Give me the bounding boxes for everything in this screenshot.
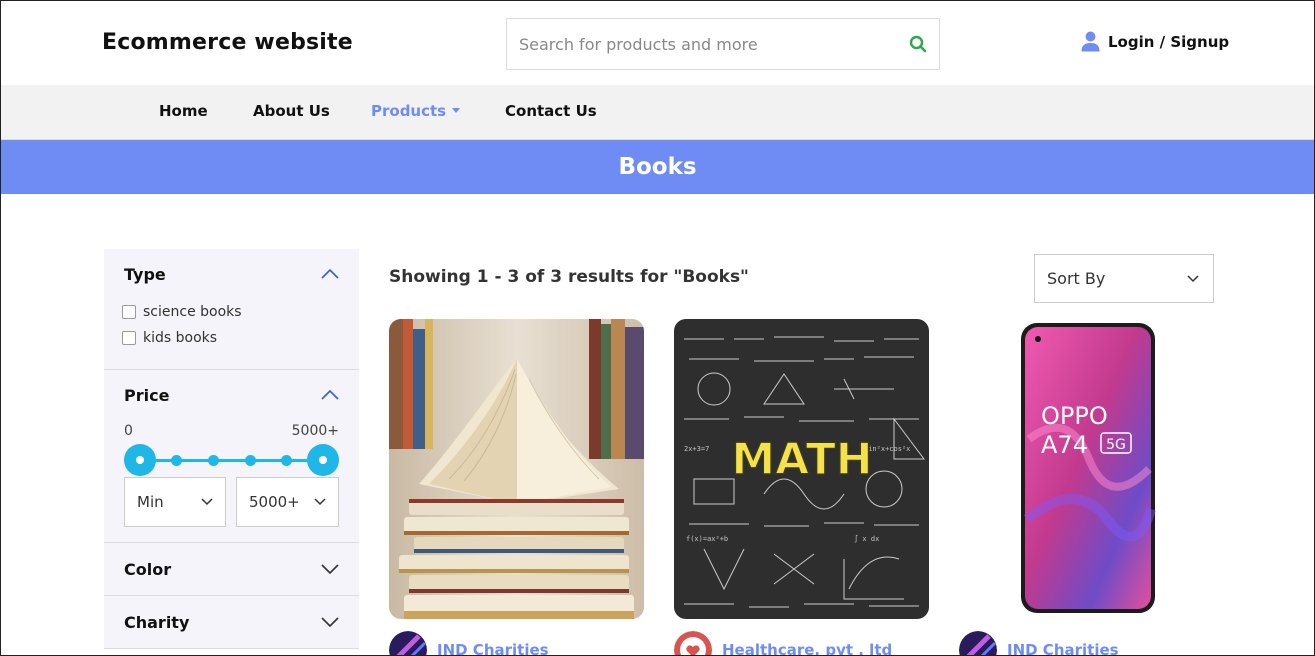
filter-price: Price 0 5000+ Min 5000+ [104, 370, 359, 543]
user-icon [1081, 31, 1100, 52]
product-seller[interactable]: IND Charities [959, 631, 1119, 656]
slider-tick [171, 455, 182, 466]
filter-charity: Charity [104, 596, 359, 649]
filter-option-kids-books[interactable]: kids books [104, 325, 359, 351]
checkbox[interactable] [122, 305, 136, 319]
chevron-down-icon [321, 564, 339, 574]
page: Ecommerce website Login / Signup Home Ab… [0, 0, 1315, 656]
product-seller[interactable]: Healthcare. pvt . ltd [674, 631, 893, 656]
login-label: Login / Signup [1108, 32, 1230, 51]
svg-text:OPPO: OPPO [1041, 402, 1108, 430]
seller-name: Healthcare. pvt . ltd [722, 641, 893, 656]
svg-text:A74: A74 [1041, 431, 1088, 459]
seller-avatar [674, 631, 712, 655]
filter-type: Type science books kids books [104, 249, 359, 370]
chevron-down-icon [321, 617, 339, 627]
sort-by-select[interactable]: Sort By [1034, 254, 1214, 303]
seller-avatar [959, 631, 997, 655]
price-slider-min-handle[interactable] [124, 444, 156, 476]
seller-name: IND Charities [437, 641, 549, 656]
main-nav: Home About Us Products Contact Us [1, 85, 1314, 140]
product-image-books[interactable] [389, 319, 644, 619]
nav-home[interactable]: Home [159, 102, 208, 120]
nav-contact-us[interactable]: Contact Us [505, 102, 597, 120]
price-max-label: 5000+ [291, 423, 339, 439]
site-logo[interactable]: Ecommerce website [102, 30, 353, 55]
price-min-select-value: Min [137, 493, 164, 511]
filter-color-header[interactable]: Color [104, 543, 359, 595]
filter-option-science-books[interactable]: science books [104, 299, 359, 325]
chevron-up-icon [321, 390, 339, 400]
filter-type-header[interactable]: Type [104, 249, 359, 299]
chevron-down-icon [314, 498, 326, 506]
filter-sidebar: Type science books kids books Price 0 50… [104, 249, 359, 649]
nav-products-label: Products [371, 102, 447, 120]
slider-tick [208, 455, 219, 466]
seller-avatar [389, 631, 427, 655]
search-input[interactable] [507, 19, 897, 69]
price-min-select[interactable]: Min [124, 477, 226, 527]
filter-type-title: Type [124, 264, 166, 284]
oppo-phone-image: OPPO A74 5G [959, 319, 1214, 619]
seller-name: IND Charities [1007, 641, 1119, 656]
checkbox[interactable] [122, 331, 136, 345]
search-bar [506, 18, 940, 70]
nav-products[interactable]: Products [371, 102, 461, 120]
chevron-up-icon [321, 269, 339, 279]
price-max-select-value: 5000+ [249, 493, 300, 511]
filter-color: Color [104, 543, 359, 596]
svg-text:2x+3=7: 2x+3=7 [684, 445, 709, 453]
price-slider-max-handle[interactable] [307, 444, 339, 476]
filter-color-title: Color [124, 559, 172, 579]
product-seller[interactable]: IND Charities [389, 631, 549, 656]
filter-price-title: Price [124, 385, 170, 405]
sort-by-label: Sort By [1047, 269, 1106, 288]
math-chalkboard-image: 2x+3=7 sin²x+cos²x f(x)=ax²+b ∫ x dx MAT… [674, 319, 929, 619]
results-summary: Showing 1 - 3 of 3 results for "Books" [389, 267, 749, 287]
svg-text:∫ x dx: ∫ x dx [854, 534, 879, 543]
slider-tick [245, 455, 256, 466]
filter-option-label: science books [143, 304, 242, 320]
filter-option-label: kids books [143, 330, 218, 346]
price-slider-track[interactable] [140, 459, 324, 462]
svg-text:5G: 5G [1106, 437, 1126, 453]
category-banner: Books [1, 140, 1314, 194]
chevron-down-icon [201, 498, 213, 506]
svg-text:MATH: MATH [731, 434, 872, 485]
category-title: Books [618, 154, 697, 180]
price-range-labels: 0 5000+ [124, 423, 339, 439]
product-image-math[interactable]: 2x+3=7 sin²x+cos²x f(x)=ax²+b ∫ x dx MAT… [674, 319, 929, 619]
login-signup-link[interactable]: Login / Signup [1081, 31, 1229, 52]
price-min-label: 0 [124, 423, 133, 439]
caret-down-icon [452, 108, 461, 113]
stack-of-books-image [389, 319, 644, 619]
filter-charity-header[interactable]: Charity [104, 596, 359, 648]
product-image-phone[interactable]: OPPO A74 5G [959, 319, 1214, 619]
filter-price-header[interactable]: Price [104, 370, 359, 420]
nav-about-us[interactable]: About Us [253, 102, 330, 120]
price-max-select[interactable]: 5000+ [236, 477, 339, 527]
filter-charity-title: Charity [124, 612, 190, 632]
chevron-down-icon [1187, 274, 1199, 282]
svg-text:f(x)=ax²+b: f(x)=ax²+b [686, 535, 728, 543]
search-icon [909, 35, 927, 53]
search-button[interactable] [897, 19, 939, 69]
slider-tick [281, 455, 292, 466]
